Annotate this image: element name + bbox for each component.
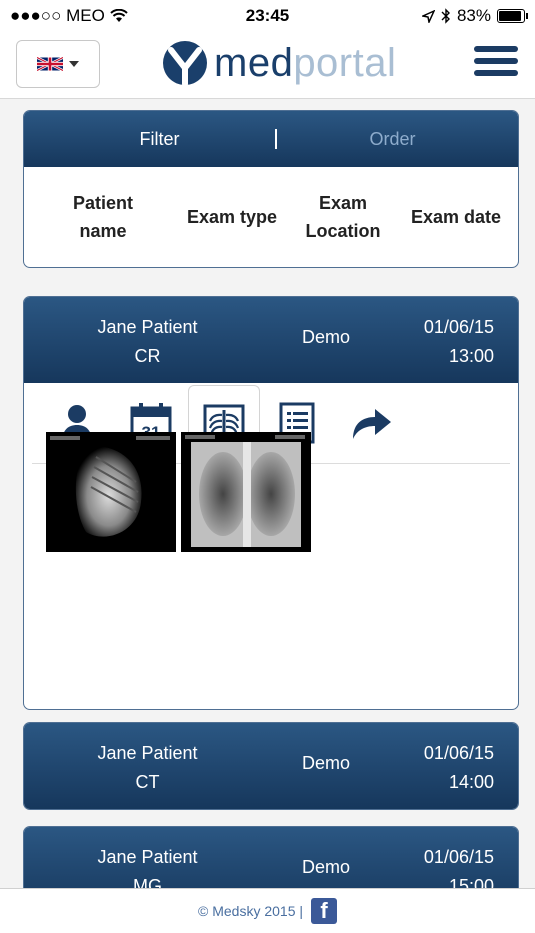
logo-wordmark: medportal [214, 41, 396, 86]
sort-label: Exam date [410, 207, 502, 227]
exam-time: 13:00 [448, 346, 494, 366]
chevron-down-icon [69, 61, 79, 67]
exam-modality: CT [135, 772, 160, 792]
bluetooth-icon [441, 8, 450, 24]
exam-datetime-cell: 01/06/15 13:00 [424, 313, 494, 371]
exam-location: Demo [301, 327, 350, 347]
tab-share[interactable] [336, 391, 406, 455]
filter-tab[interactable]: Filter [24, 129, 275, 150]
exam-header[interactable]: Jane Patient CR Demo 01/06/15 13:00 [24, 297, 518, 383]
xray-image [181, 432, 311, 552]
sort-label: Exam [318, 193, 368, 213]
sort-label: Location [305, 221, 381, 241]
exam-header[interactable]: Jane Patient CT Demo 01/06/15 14:00 [24, 723, 518, 809]
menu-line [474, 70, 518, 76]
language-selector[interactable] [16, 40, 100, 88]
sort-columns: Patient name Exam type Exam Location Exa… [24, 167, 518, 267]
exam-modality: CR [134, 346, 161, 366]
sort-label: name [79, 221, 127, 241]
patient-name: Jane Patient [97, 743, 198, 763]
exam-card-expanded: Jane Patient CR Demo 01/06/15 13:00 31 [23, 296, 519, 710]
patient-name: Jane Patient [97, 317, 198, 337]
exam-datetime-cell: 01/06/15 14:00 [424, 739, 494, 797]
patient-name: Jane Patient [97, 847, 198, 867]
exam-location: Demo [301, 753, 350, 773]
battery-icon [497, 9, 528, 23]
uk-flag-icon [37, 56, 63, 72]
exam-patient-cell: Jane Patient CR [24, 313, 271, 371]
frontal-chest-xray-thumbnail[interactable] [181, 432, 311, 552]
page-footer: © Medsky 2015 | f [0, 888, 535, 933]
battery-percent: 83% [456, 6, 491, 25]
sort-exam-date[interactable]: Exam date [404, 203, 508, 231]
logo-part-med: med [214, 40, 294, 85]
location-arrow-icon [421, 9, 435, 23]
facebook-icon[interactable]: f [311, 898, 337, 924]
sort-patient-name[interactable]: Patient name [24, 189, 182, 245]
menu-line [474, 46, 518, 52]
logo-mark-icon [163, 41, 207, 87]
sort-label: Patient [72, 193, 133, 213]
status-right: 83% [421, 6, 528, 26]
menu-line [474, 58, 518, 64]
app-header: medportal [0, 32, 535, 99]
xray-image [46, 432, 176, 552]
medportal-logo: medportal [160, 38, 396, 88]
lateral-chest-xray-thumbnail[interactable] [46, 432, 176, 552]
sort-label: Exam type [186, 207, 278, 227]
exam-patient-cell: Jane Patient CT [24, 739, 271, 797]
copyright-text: © Medsky 2015 | [198, 903, 303, 919]
share-arrow-icon [353, 409, 391, 439]
exam-date: 01/06/15 [423, 743, 494, 763]
filter-order-panel: Filter Order Patient name Exam type Exam… [23, 110, 519, 268]
logo-part-portal: portal [293, 40, 397, 85]
filter-order-bar: Filter Order [24, 111, 518, 167]
exam-date: 01/06/15 [423, 847, 494, 867]
sort-exam-location[interactable]: Exam Location [282, 189, 404, 245]
order-tab[interactable]: Order [277, 129, 518, 150]
exam-date: 01/06/15 [423, 317, 494, 337]
battery-level [499, 11, 521, 21]
status-bar: ●●●○○ MEO 23:45 83% [0, 0, 535, 32]
exam-card[interactable]: Jane Patient CT Demo 01/06/15 14:00 [23, 722, 519, 810]
exam-time: 14:00 [448, 772, 494, 792]
exam-location: Demo [301, 857, 350, 877]
hamburger-menu-icon[interactable] [474, 46, 518, 82]
sort-exam-type[interactable]: Exam type [182, 203, 282, 231]
